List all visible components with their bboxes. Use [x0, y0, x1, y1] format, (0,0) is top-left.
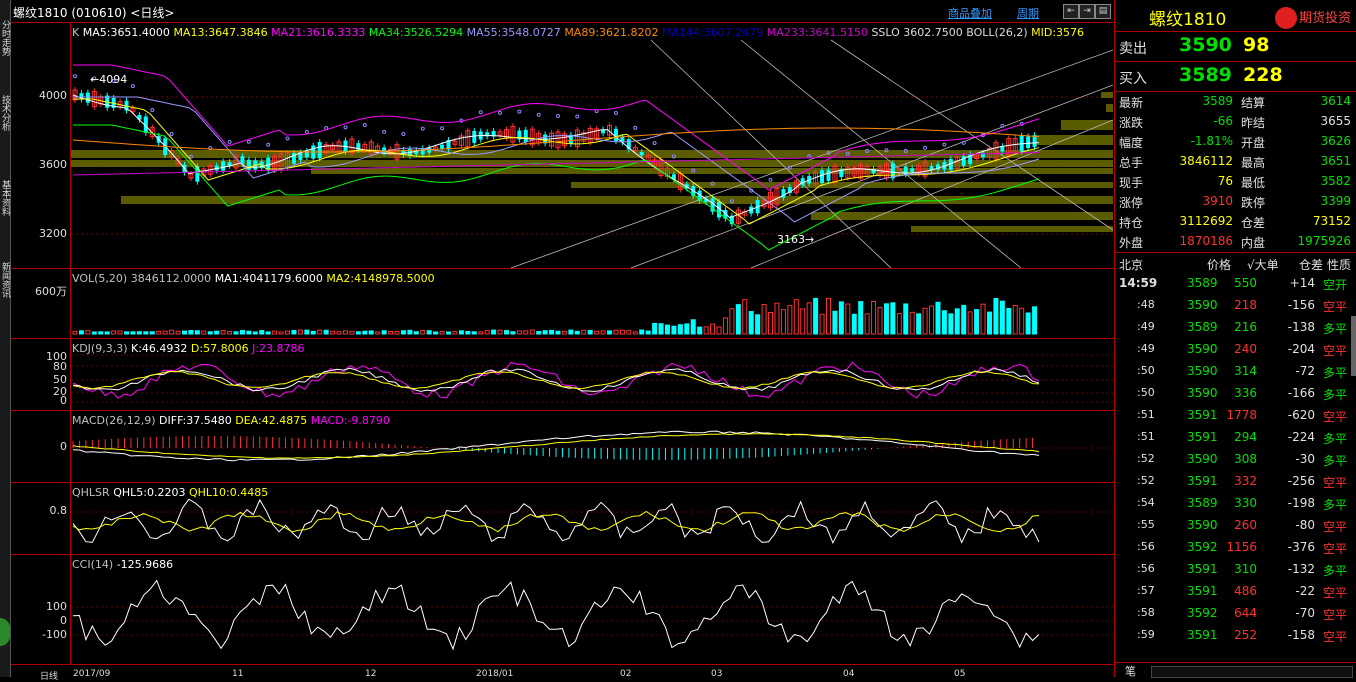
legend-boll: BOLL(26,2)	[966, 26, 1028, 39]
tick-row: :51 3591 294 -224 多平	[1137, 430, 1348, 446]
high-marker: ←4094	[90, 73, 128, 86]
y-label-3200: 3200	[39, 227, 67, 240]
stats-row: 幅度 -1.81% 开盘 3626	[1119, 134, 1351, 150]
tick-scrollbar[interactable]	[1351, 316, 1356, 376]
legend-ma21: MA21:3616.3333	[271, 26, 366, 39]
stats-row: 总手 3846112 最高 3651	[1119, 154, 1351, 170]
left-tab-strip: 分时走势 技术分析 基本资料 新闻资讯	[0, 0, 11, 677]
tick-row: :59 3591 252 -158 空平	[1137, 628, 1348, 644]
x-label: 12	[365, 669, 377, 679]
kdj-y-0: 0	[60, 394, 67, 407]
stats-row: 外盘 1870186 内盘 1975926	[1119, 234, 1351, 250]
legend-ma144: MA144:3607.2479	[662, 26, 764, 39]
legend-mid: MID:3576	[1031, 26, 1085, 39]
stats-table: 最新 3589 结算 3614 涨跌 -66 昨结 3655 幅度 -1.81% 开盘 3626 总手 3…	[1115, 92, 1356, 252]
tick-row: :56 3592 1156 -376 空平	[1137, 540, 1348, 556]
legend-ma5: MA5:3651.4000	[82, 26, 170, 39]
tick-row: :49 3589 216 -138 多平	[1137, 320, 1348, 336]
stats-row: 涨跌 -66 昨结 3655	[1119, 114, 1351, 130]
legend-ma233: MA233:3641.5150	[766, 26, 868, 39]
vol-legend: VOL(5,20) 3846112.0000 MA1:4041179.6000 …	[72, 272, 435, 285]
cci-y-0: 0	[60, 614, 67, 627]
cci-y-neg100: -100	[42, 628, 67, 641]
low-marker: 3163→	[777, 233, 815, 246]
tick-row: :52 3591 332 -256 空平	[1137, 474, 1348, 490]
watermark-icon	[1275, 7, 1297, 29]
tick-row: :49 3590 240 -204 空平	[1137, 342, 1348, 358]
stats-row: 涨停 3910 跌停 3399	[1119, 194, 1351, 210]
x-axis-period: 日线	[40, 672, 59, 682]
tick-row: 14:59 3589 550 +14 空开	[1119, 276, 1348, 292]
footer-input[interactable]	[1151, 666, 1353, 678]
legend-sslo: SSLO 3602.7500	[871, 26, 963, 39]
kdj-y-80: 80	[53, 360, 67, 373]
tick-row: :51 3591 1778 -620 空平	[1137, 408, 1348, 424]
expand-handle-icon[interactable]	[0, 618, 10, 646]
chart-canvas[interactable]	[11, 0, 1113, 677]
x-label: 2017/09	[73, 669, 111, 679]
stats-row: 现手 76 最低 3582	[1119, 174, 1351, 190]
tab-technical[interactable]: 技术分析	[0, 95, 10, 131]
stats-row: 持仓 3112692 仓差 73152	[1119, 214, 1351, 230]
x-label: 04	[843, 669, 855, 679]
tick-row: :57 3591 486 -22 空平	[1137, 584, 1348, 600]
legend-ma34: MA34:3526.5294	[368, 26, 464, 39]
tick-list[interactable]: 14:59 3589 550 +14 空开 :48 3590 218 -156 空平 :49 3589…	[1115, 274, 1356, 654]
legend-ma55: MA55:3548.0727	[466, 26, 561, 39]
x-label: 05	[954, 669, 966, 679]
tick-row: :56 3591 310 -132 多平	[1137, 562, 1348, 578]
instrument-name: 螺纹1810	[1149, 10, 1227, 30]
tick-row: :50 3590 336 -166 多平	[1137, 386, 1348, 402]
tick-row: :52 3590 308 -30 多平	[1137, 452, 1348, 468]
vol-y-label: 600万	[35, 285, 67, 298]
buy-row: 买入 3589 228	[1115, 61, 1356, 92]
tab-intraday[interactable]: 分时走势	[0, 20, 10, 56]
tick-row: :54 3589 330 -198 多平	[1137, 496, 1348, 512]
legend-ma13: MA13:3647.3846	[173, 26, 268, 39]
qhlsr-y-label: 0.8	[49, 504, 68, 517]
tab-news[interactable]: 新闻资讯	[0, 262, 10, 298]
kdj-legend: KDJ(9,3,3) K:46.4932 D:57.8006 J:23.8786	[72, 342, 305, 355]
tick-footer: 笔	[1115, 662, 1356, 678]
stats-separator	[1115, 252, 1356, 253]
x-label: 03	[711, 669, 723, 679]
x-label: 11	[232, 669, 244, 679]
stats-row: 最新 3589 结算 3614	[1119, 94, 1351, 110]
legend-k: K	[72, 26, 80, 39]
cci-legend: CCI(14) -125.9686	[72, 558, 174, 571]
legend-ma89: MA89:3621.8202	[564, 26, 659, 39]
tick-header: 北京 价格 √大单 仓差 性质	[1119, 258, 1352, 272]
x-label: 2018/01	[476, 669, 514, 679]
x-label: 02	[620, 669, 632, 679]
tick-row: :48 3590 218 -156 空平	[1137, 298, 1348, 314]
sell-row: 卖出 3590 98	[1115, 31, 1356, 62]
tick-row: :58 3592 644 -70 空平	[1137, 606, 1348, 622]
macd-y-0: 0	[60, 440, 67, 453]
y-label-4000: 4000	[39, 89, 67, 102]
y-label-3600: 3600	[39, 158, 67, 171]
main-legend: K MA5:3651.4000 MA13:3647.3846 MA21:3616…	[72, 26, 1084, 39]
qhlsr-legend: QHLSR QHL5:0.2203 QHL10:0.4485	[72, 486, 269, 499]
quote-panel: 螺纹1810 期货投资 setz.com 卖出 3590 98 买入 3589 …	[1114, 0, 1356, 678]
cci-y-100: 100	[46, 600, 67, 613]
tab-fundamentals[interactable]: 基本资料	[0, 180, 10, 216]
watermark-logo: 期货投资 setz.com	[1275, 4, 1355, 34]
macd-legend: MACD(26,12,9) DIFF:37.5480 DEA:42.4875 M…	[72, 414, 390, 427]
tick-row: :55 3590 260 -80 空平	[1137, 518, 1348, 534]
tick-row: :50 3590 314 -72 多平	[1137, 364, 1348, 380]
